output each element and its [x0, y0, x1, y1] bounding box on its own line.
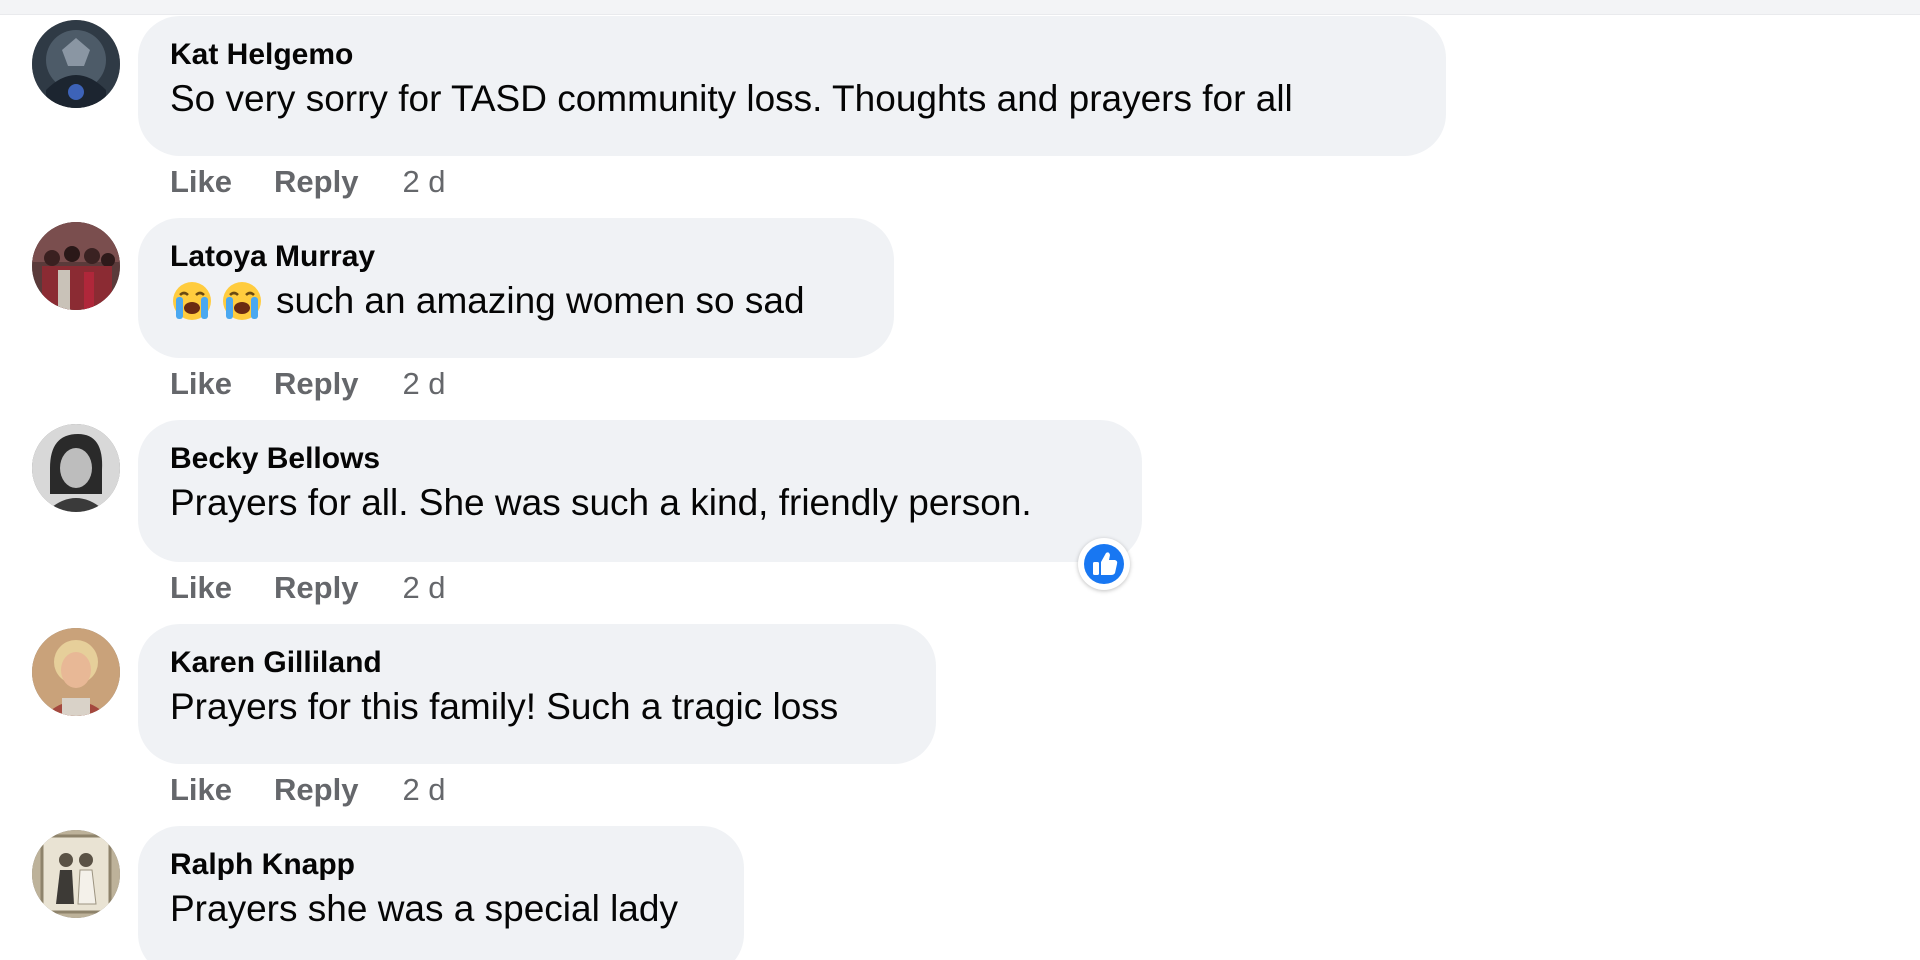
comment-bubble: Latoya Murray such an amazing women so s… [138, 218, 894, 358]
comment-text: So very sorry for TASD community loss. T… [170, 78, 1293, 119]
avatar[interactable] [32, 20, 120, 108]
comment-author[interactable]: Ralph Knapp [170, 848, 710, 882]
comment-timestamp[interactable]: 2 d [402, 570, 445, 606]
comment-text-body: such an amazing women so sad [276, 280, 805, 321]
comment-text: Prayers for this family! Such a tragic l… [170, 686, 839, 727]
reply-link[interactable]: Reply [274, 164, 358, 200]
like-link[interactable]: Like [170, 164, 232, 200]
comment-actions: Like Reply 2 d [170, 366, 446, 402]
like-link[interactable]: Like [170, 570, 232, 606]
like-reaction-icon [1082, 542, 1126, 586]
comment-bubble: Karen Gilliland Prayers for this family!… [138, 624, 936, 764]
avatar[interactable] [32, 424, 120, 512]
loudly-crying-face-icon [170, 279, 214, 323]
comment-timestamp[interactable]: 2 d [402, 772, 445, 808]
like-link[interactable]: Like [170, 366, 232, 402]
reaction-badge[interactable] [1078, 538, 1130, 590]
comment-timestamp[interactable]: 2 d [402, 366, 445, 402]
comment-bubble: Becky Bellows Prayers for all. She was s… [138, 420, 1142, 562]
reply-link[interactable]: Reply [274, 772, 358, 808]
avatar[interactable] [32, 628, 120, 716]
loudly-crying-face-icon [220, 279, 264, 323]
comment-text: such an amazing women so sad [170, 278, 860, 324]
comment-actions: Like Reply 2 d [170, 164, 446, 200]
comment-author[interactable]: Becky Bellows [170, 442, 1108, 476]
avatar[interactable] [32, 830, 120, 918]
like-link[interactable]: Like [170, 772, 232, 808]
comment-actions: Like Reply 2 d [170, 772, 446, 808]
comment-actions: Like Reply 2 d [170, 570, 446, 606]
comment-timestamp[interactable]: 2 d [402, 164, 445, 200]
comment-bubble: Ralph Knapp Prayers she was a special la… [138, 826, 744, 960]
comment-bubble: Kat Helgemo So very sorry for TASD commu… [138, 16, 1446, 156]
comment-author[interactable]: Karen Gilliland [170, 646, 902, 680]
comments-page: Kat Helgemo So very sorry for TASD commu… [0, 0, 1920, 960]
reply-link[interactable]: Reply [274, 366, 358, 402]
reply-link[interactable]: Reply [274, 570, 358, 606]
comment-text: Prayers she was a special lady [170, 888, 678, 929]
previous-comment-edge [0, 0, 1920, 15]
emoji-group [170, 279, 270, 323]
comment-author[interactable]: Kat Helgemo [170, 38, 1412, 72]
comment-text: Prayers for all. She was such a kind, fr… [170, 482, 1032, 523]
avatar[interactable] [32, 222, 120, 310]
comment-author[interactable]: Latoya Murray [170, 240, 860, 274]
